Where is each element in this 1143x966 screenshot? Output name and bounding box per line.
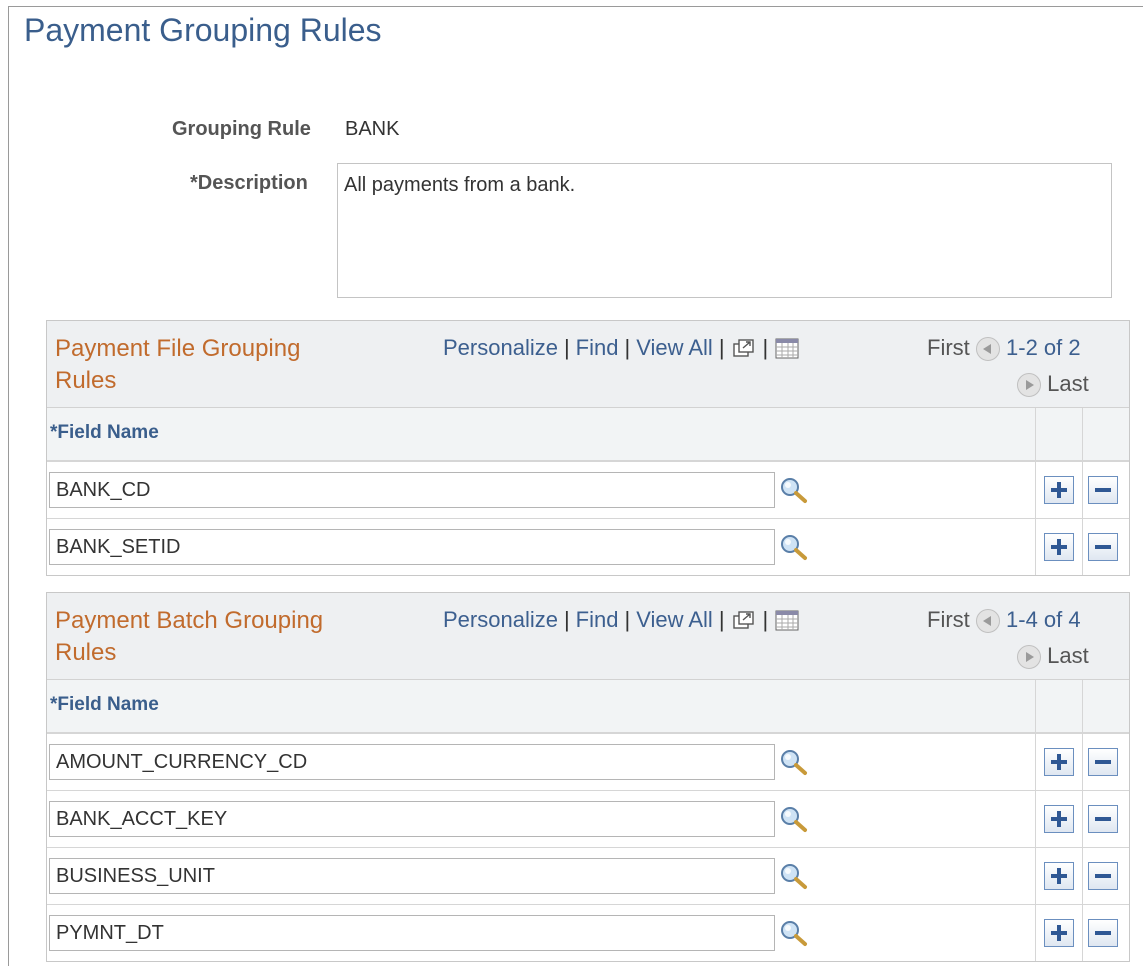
add-row-button[interactable]	[1044, 919, 1074, 947]
grouping-rule-value: BANK	[345, 118, 400, 140]
column-divider	[1035, 848, 1036, 904]
description-field[interactable]: All payments from a bank.	[337, 163, 1112, 298]
delete-row-button[interactable]	[1088, 805, 1118, 833]
page-title: Payment Grouping Rules	[24, 12, 382, 48]
column-divider	[1082, 848, 1083, 904]
find-link[interactable]: Find	[576, 335, 619, 360]
grid-toolbar: Personalize | Find | View All | |	[443, 607, 800, 633]
magnifier-lookup-icon[interactable]	[779, 476, 809, 504]
add-row-button[interactable]	[1044, 748, 1074, 776]
magnifier-lookup-icon[interactable]	[779, 533, 809, 561]
column-header-row: *Field Name	[47, 408, 1129, 462]
table-row	[47, 905, 1129, 961]
table-row	[47, 462, 1129, 519]
table-row	[47, 519, 1129, 575]
description-label: *Description	[190, 172, 308, 194]
column-divider	[1082, 734, 1083, 790]
column-divider	[1082, 462, 1083, 518]
separator: |	[762, 607, 769, 632]
table-row	[47, 791, 1129, 848]
page-frame-top	[8, 6, 1143, 7]
delete-row-button[interactable]	[1088, 862, 1118, 890]
column-divider	[1035, 905, 1036, 961]
find-link[interactable]: Find	[576, 607, 619, 632]
column-divider	[1082, 519, 1083, 575]
delete-row-button[interactable]	[1088, 748, 1118, 776]
personalize-link[interactable]: Personalize	[443, 335, 558, 360]
pager-bottom: Last	[1017, 371, 1089, 398]
row-range: 1-4 of 4	[1006, 607, 1081, 632]
column-divider	[1082, 791, 1083, 847]
next-circle-icon[interactable]	[1017, 373, 1041, 398]
row-range: 1-2 of 2	[1006, 335, 1081, 360]
field-name-input[interactable]	[49, 472, 775, 508]
magnifier-lookup-icon[interactable]	[779, 805, 809, 833]
column-divider	[1035, 791, 1036, 847]
separator: |	[718, 607, 725, 632]
delete-row-button[interactable]	[1088, 919, 1118, 947]
grid-title: Payment File Grouping Rules	[55, 335, 301, 394]
page-frame-left	[8, 6, 9, 966]
column-divider	[1035, 519, 1036, 575]
field-name-input[interactable]	[49, 915, 775, 951]
add-row-button[interactable]	[1044, 805, 1074, 833]
grid-toolbar: Personalize | Find | View All | |	[443, 335, 800, 361]
magnifier-lookup-icon[interactable]	[779, 748, 809, 776]
add-row-button[interactable]	[1044, 476, 1074, 504]
download-grid-icon[interactable]	[774, 610, 800, 632]
field-name-column-header: *Field Name	[50, 694, 159, 715]
column-divider	[1035, 462, 1036, 518]
delete-row-button[interactable]	[1088, 533, 1118, 561]
separator: |	[762, 335, 769, 360]
field-name-input[interactable]	[49, 858, 775, 894]
grouping-rule-label: Grouping Rule	[172, 118, 311, 140]
new-window-icon[interactable]	[731, 338, 757, 360]
separator: |	[563, 335, 570, 360]
previous-circle-icon[interactable]	[975, 337, 1000, 362]
grid-header: Payment Batch Grouping Rules Personalize…	[47, 593, 1129, 680]
separator: |	[563, 607, 570, 632]
magnifier-lookup-icon[interactable]	[779, 919, 809, 947]
grid-title: Payment Batch Grouping Rules	[55, 607, 324, 666]
separator: |	[624, 607, 631, 632]
field-name-input[interactable]	[49, 529, 775, 565]
grid-header: Payment File Grouping Rules Personalize |…	[47, 321, 1129, 408]
column-divider	[1082, 905, 1083, 961]
next-circle-icon[interactable]	[1017, 645, 1041, 670]
add-row-button[interactable]	[1044, 533, 1074, 561]
add-row-button[interactable]	[1044, 862, 1074, 890]
last-label: Last	[1047, 643, 1089, 668]
first-label: First	[927, 335, 970, 360]
column-divider	[1035, 408, 1036, 460]
separator: |	[624, 335, 631, 360]
download-grid-icon[interactable]	[774, 338, 800, 360]
previous-circle-icon[interactable]	[975, 609, 1000, 634]
column-divider	[1035, 680, 1036, 732]
delete-row-button[interactable]	[1088, 476, 1118, 504]
column-divider	[1035, 734, 1036, 790]
payment-batch-grouping-grid: Payment Batch Grouping Rules Personalize…	[46, 592, 1130, 962]
table-row	[47, 848, 1129, 905]
column-divider	[1082, 680, 1083, 732]
pager-top: First 1-2 of 2	[927, 335, 1081, 362]
magnifier-lookup-icon[interactable]	[779, 862, 809, 890]
first-label: First	[927, 607, 970, 632]
column-header-row: *Field Name	[47, 680, 1129, 734]
field-name-input[interactable]	[49, 801, 775, 837]
last-label: Last	[1047, 371, 1089, 396]
payment-file-grouping-grid: Payment File Grouping Rules Personalize |…	[46, 320, 1130, 576]
pager-bottom: Last	[1017, 643, 1089, 670]
personalize-link[interactable]: Personalize	[443, 607, 558, 632]
field-name-input[interactable]	[49, 744, 775, 780]
column-divider	[1082, 408, 1083, 460]
field-name-column-header: *Field Name	[50, 422, 159, 443]
separator: |	[718, 335, 725, 360]
pager-top: First 1-4 of 4	[927, 607, 1081, 634]
view-all-link[interactable]: View All	[636, 335, 713, 360]
view-all-link[interactable]: View All	[636, 607, 713, 632]
table-row	[47, 734, 1129, 791]
new-window-icon[interactable]	[731, 610, 757, 632]
